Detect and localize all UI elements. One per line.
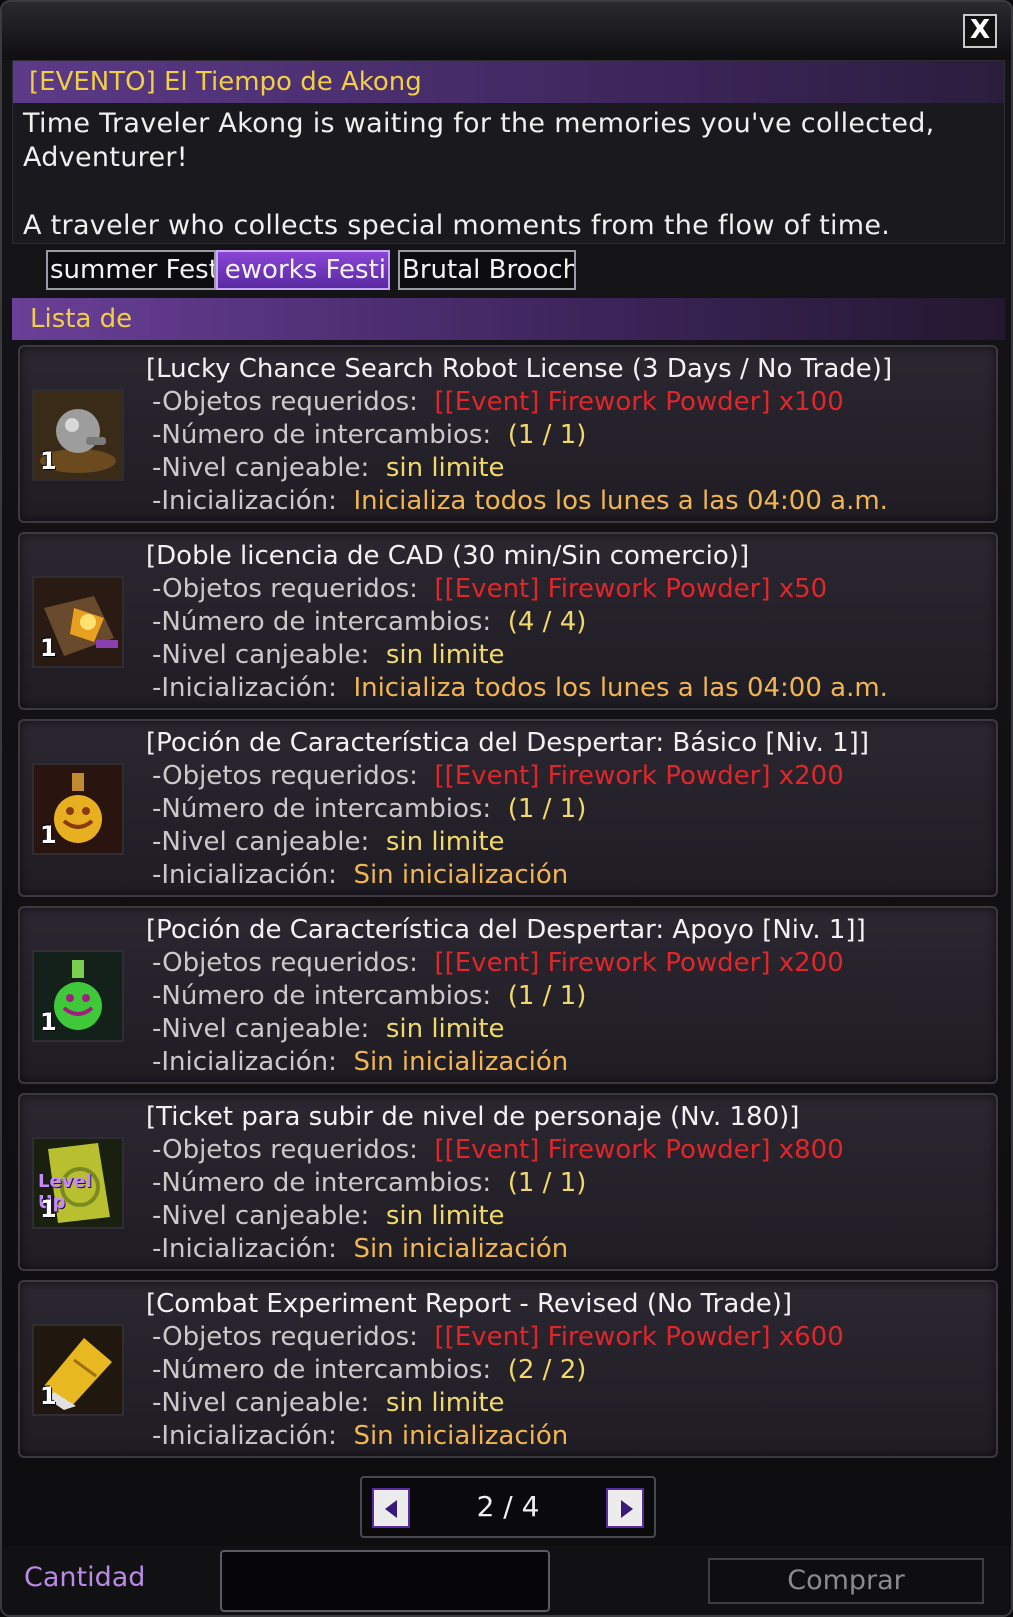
list-item[interactable]: 1 [Doble licencia de CAD (30 min/Sin com… — [18, 532, 998, 710]
item-name: [Ticket para subir de nivel de personaje… — [146, 1102, 800, 1132]
close-button[interactable]: X — [963, 14, 997, 48]
green-potion-icon: 1 — [32, 950, 124, 1042]
exchange-count: (4 / 4) — [507, 607, 587, 637]
item-name: [Combat Experiment Report - Revised (No … — [146, 1289, 793, 1319]
item-name: [Doble licencia de CAD (30 min/Sin comer… — [146, 541, 750, 571]
buy-button[interactable]: Comprar — [708, 1558, 984, 1604]
required-items: [[Event] Firework Powder] x100 — [434, 387, 844, 417]
list-item[interactable]: 1 [Poción de Característica del Desperta… — [18, 906, 998, 1084]
level-value: sin limite — [385, 453, 505, 483]
robot-license-icon: 1 — [32, 389, 124, 481]
init-label: -Inicialización: — [152, 1234, 337, 1264]
quantity-input[interactable] — [220, 1550, 550, 1612]
event-title: [EVENTO] El Tiempo de Akong — [13, 61, 1004, 103]
list-item[interactable]: 1 [Combat Experiment Report - Revised (N… — [18, 1280, 998, 1458]
level-up-ticket-icon: Level Up 1 — [32, 1137, 124, 1229]
item-quantity: 1 — [40, 821, 57, 849]
exchanges-label: -Número de intercambios: — [152, 981, 492, 1011]
init-label: -Inicialización: — [152, 860, 337, 890]
exchange-count: (1 / 1) — [507, 794, 587, 824]
init-value: Sin inicialización — [353, 1234, 569, 1264]
next-page-button[interactable] — [606, 1488, 644, 1528]
init-label: -Inicialización: — [152, 1047, 337, 1077]
item-quantity: 1 — [40, 1008, 57, 1036]
item-quantity: 1 — [40, 1195, 57, 1223]
required-items: [[Event] Firework Powder] x600 — [434, 1322, 844, 1352]
item-name: [Lucky Chance Search Robot License (3 Da… — [146, 354, 893, 384]
level-label: -Nivel canjeable: — [152, 1388, 370, 1418]
event-info-panel: [EVENTO] El Tiempo de Akong Time Travele… — [12, 60, 1005, 244]
exchanges-label: -Número de intercambios: — [152, 420, 492, 450]
exchanges-label: -Número de intercambios: — [152, 1355, 492, 1385]
level-label: -Nivel canjeable: — [152, 453, 370, 483]
init-value: Sin inicialización — [353, 860, 569, 890]
exchange-count: (2 / 2) — [507, 1355, 587, 1385]
tab-summer-festival[interactable]: summer Festi — [46, 250, 216, 290]
exchange-count: (1 / 1) — [507, 1168, 587, 1198]
exchanges-label: -Número de intercambios: — [152, 794, 492, 824]
level-label: -Nivel canjeable: — [152, 1201, 370, 1231]
list-item[interactable]: 1 [Poción de Característica del Desperta… — [18, 719, 998, 897]
exchanges-label: -Número de intercambios: — [152, 1168, 492, 1198]
init-label: -Inicialización: — [152, 673, 337, 703]
required-items: [[Event] Firework Powder] x200 — [434, 948, 844, 978]
level-label: -Nivel canjeable: — [152, 1014, 370, 1044]
required-label: -Objetos requeridos: — [152, 1135, 418, 1165]
event-description: Time Traveler Akong is waiting for the m… — [23, 108, 935, 241]
init-value: Sin inicialización — [353, 1047, 569, 1077]
arrow-right-icon — [621, 1500, 633, 1518]
title-bar[interactable] — [2, 2, 1011, 60]
exchange-count: (1 / 1) — [507, 420, 587, 450]
init-label: -Inicialización: — [152, 486, 337, 516]
tab-brutal-brooch[interactable]: Brutal Brooch — [398, 250, 576, 290]
experiment-report-icon: 1 — [32, 1324, 124, 1416]
yellow-potion-icon: 1 — [32, 763, 124, 855]
init-value: Inicializa todos los lunes a las 04:00 a… — [353, 486, 888, 516]
item-name: [Poción de Característica del Despertar:… — [146, 728, 869, 758]
level-value: sin limite — [385, 1201, 505, 1231]
exchange-count: (1 / 1) — [507, 981, 587, 1011]
cad-license-icon: 1 — [32, 576, 124, 668]
event-shop-window: X [EVENTO] El Tiempo de Akong Time Trave… — [0, 0, 1013, 1617]
required-label: -Objetos requeridos: — [152, 387, 418, 417]
quantity-label: Cantidad — [24, 1562, 146, 1593]
item-quantity: 1 — [40, 1382, 57, 1410]
level-value: sin limite — [385, 827, 505, 857]
required-items: [[Event] Firework Powder] x800 — [434, 1135, 844, 1165]
event-tabs: summer Festi eworks Festi Brutal Brooch — [46, 250, 576, 290]
required-items: [[Event] Firework Powder] x50 — [434, 574, 828, 604]
init-value: Inicializa todos los lunes a las 04:00 a… — [353, 673, 888, 703]
required-items: [[Event] Firework Powder] x200 — [434, 761, 844, 791]
init-label: -Inicialización: — [152, 1421, 337, 1451]
list-item[interactable]: 1 [Lucky Chance Search Robot License (3 … — [18, 345, 998, 523]
item-quantity: 1 — [40, 634, 57, 662]
item-name: [Poción de Característica del Despertar:… — [146, 915, 866, 945]
level-label: -Nivel canjeable: — [152, 827, 370, 857]
pagination: 2 / 4 — [360, 1476, 656, 1538]
required-label: -Objetos requeridos: — [152, 574, 418, 604]
tab-fireworks-festival[interactable]: eworks Festi — [216, 250, 390, 290]
level-value: sin limite — [385, 1388, 505, 1418]
required-label: -Objetos requeridos: — [152, 1322, 418, 1352]
item-quantity: 1 — [40, 447, 57, 475]
level-label: -Nivel canjeable: — [152, 640, 370, 670]
list-item[interactable]: Level Up 1 [Ticket para subir de nivel d… — [18, 1093, 998, 1271]
required-label: -Objetos requeridos: — [152, 948, 418, 978]
required-label: -Objetos requeridos: — [152, 761, 418, 791]
item-list: 1 [Lucky Chance Search Robot License (3 … — [18, 345, 998, 1467]
exchanges-label: -Número de intercambios: — [152, 607, 492, 637]
init-value: Sin inicialización — [353, 1421, 569, 1451]
level-value: sin limite — [385, 1014, 505, 1044]
level-value: sin limite — [385, 640, 505, 670]
list-header: Lista de — [12, 298, 1005, 340]
